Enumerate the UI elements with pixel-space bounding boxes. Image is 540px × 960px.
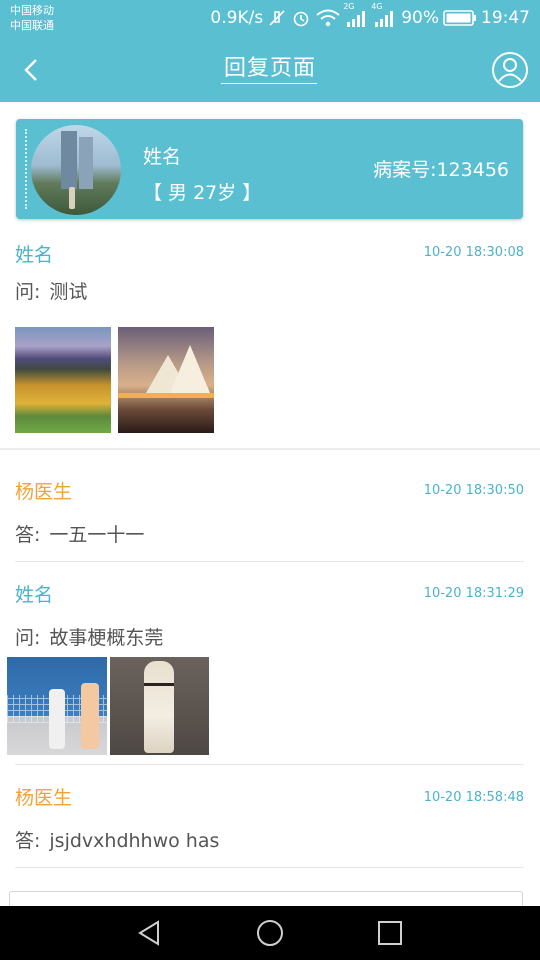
answer-text: 答: jsjdvxhdhhwo has: [15, 826, 219, 853]
app-header: 回复页面: [0, 38, 540, 102]
answer-content: jsjdvxhdhhwo has: [49, 830, 220, 852]
signal-2g-icon: 2G: [343, 2, 369, 28]
message-divider: [15, 561, 524, 562]
carrier-1: 中国移动: [10, 4, 54, 17]
doctor-name: 杨医生: [15, 481, 73, 503]
status-indicators: 0.9K/s 2G 4G 90% 19:47: [210, 2, 530, 29]
title-underline: [221, 83, 317, 84]
system-navigation-bar: [0, 906, 540, 960]
message-divider: [15, 764, 524, 765]
carrier-2: 中国联通: [10, 19, 54, 32]
status-bar: 中国移动 中国联通 0.9K/s 2G 4G 90% 19:47: [0, 0, 540, 38]
circle-home-icon: [257, 920, 283, 946]
clock: 19:47: [481, 8, 530, 28]
square-recents-icon: [378, 921, 402, 945]
mute-icon: [267, 8, 287, 28]
battery-icon: [443, 9, 477, 27]
net-2g-label: 2G: [343, 2, 355, 11]
patient-avatar: [31, 125, 121, 215]
message-divider: [15, 867, 524, 868]
nav-back-button[interactable]: [136, 919, 164, 947]
patient-gender-age: 【 男 27岁 】: [143, 182, 262, 204]
message-time: 10-20 18:30:50: [423, 483, 524, 498]
tennis-players-photo[interactable]: [7, 657, 107, 755]
answer-prefix: 答:: [15, 830, 41, 852]
question-prefix: 问:: [15, 281, 41, 303]
page-title: 回复页面: [223, 56, 316, 81]
mountain-autumn-photo[interactable]: [15, 327, 111, 433]
card-decoration: [25, 129, 27, 209]
patient-name: 姓名: [143, 146, 182, 168]
carrier-info: 中国移动 中国联通: [10, 3, 54, 33]
fashion-model-photo[interactable]: [110, 657, 209, 755]
nav-recents-button[interactable]: [376, 919, 404, 947]
signal-4g-icon: 4G: [371, 2, 397, 28]
question-content: 测试: [49, 281, 88, 303]
question-content: 故事梗概东莞: [49, 627, 164, 649]
question-sender-name: 姓名: [15, 244, 54, 266]
user-profile-button[interactable]: [490, 50, 530, 90]
wifi-icon: [315, 8, 341, 28]
section-divider: [0, 448, 540, 450]
user-circle-icon: [492, 52, 528, 88]
sydney-opera-house-photo[interactable]: [118, 327, 214, 433]
answer-text: 答: 一五一十一: [15, 520, 144, 547]
question-prefix: 问:: [15, 627, 41, 649]
message-time: 10-20 18:58:48: [423, 790, 524, 805]
message-time: 10-20 18:30:08: [423, 245, 524, 260]
nav-home-button[interactable]: [256, 919, 284, 947]
patient-info-card: 姓名 【 男 27岁 】 病案号:123456: [16, 119, 523, 219]
answer-prefix: 答:: [15, 524, 41, 546]
net-4g-label: 4G: [371, 2, 383, 11]
question-text: 问: 故事梗概东莞: [15, 623, 163, 650]
case-number: 病案号:123456: [373, 159, 509, 181]
question-text: 问: 测试: [15, 277, 87, 304]
answer-content: 一五一十一: [49, 524, 145, 546]
doctor-name: 杨医生: [15, 787, 73, 809]
triangle-back-icon: [138, 920, 159, 946]
battery-percent: 90%: [401, 8, 439, 28]
question-sender-name: 姓名: [15, 584, 54, 606]
network-speed: 0.9K/s: [210, 8, 264, 28]
alarm-icon: [291, 8, 311, 28]
message-time: 10-20 18:31:29: [423, 586, 524, 601]
